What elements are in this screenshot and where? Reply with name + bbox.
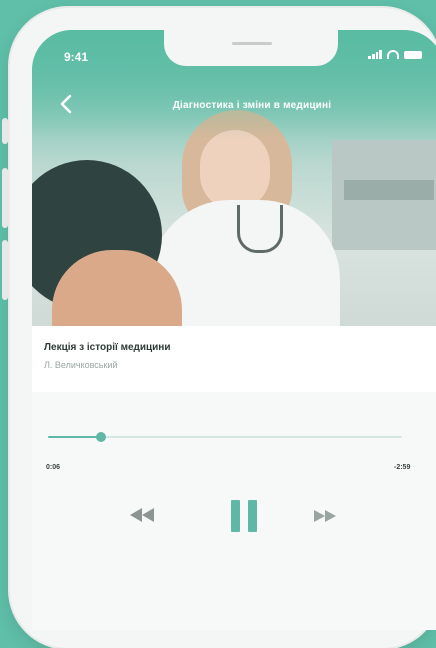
back-button[interactable] [58,94,74,114]
screen: 9:41 Діагностика і зміни в медицині Лекц… [32,30,436,630]
status-time: 9:41 [64,50,89,64]
status-icons [368,50,422,59]
battery-icon [404,50,422,59]
page-title: Діагностика і зміни в медицині [172,100,332,111]
player-panel: 0:06 -2:59 [32,392,436,630]
fast-forward-button[interactable] [314,510,336,522]
track-author: Л. Величковський [44,360,118,370]
wifi-icon [387,50,399,59]
rewind-icon [130,508,154,522]
speaker-grille [232,42,272,45]
elapsed-time: 0:06 [46,464,61,471]
chevron-left-icon [60,94,72,114]
pause-icon [231,500,257,532]
doctor-face-shape [200,130,270,210]
volume-down-button [2,240,8,300]
track-title: Лекція з історії медицини [44,342,171,353]
remaining-time: -2:59 [394,464,411,471]
phone-frame: 9:41 Діагностика і зміни в медицині Лекц… [2,8,436,648]
volume-up-button [2,168,8,228]
hero-image [32,30,436,326]
stethoscope-shape [237,205,283,253]
progress-handle[interactable] [96,432,107,442]
rewind-button[interactable] [130,508,154,522]
track-info: Лекція з історії медицини Л. Величковськ… [32,326,436,392]
pause-button[interactable] [231,500,257,532]
mute-switch [2,118,8,144]
shelf-shape [344,180,434,200]
signal-icon [368,50,382,59]
progress-bar[interactable] [48,432,402,442]
fast-forward-icon [314,510,336,522]
notch [164,30,338,66]
progress-fill [48,436,102,438]
